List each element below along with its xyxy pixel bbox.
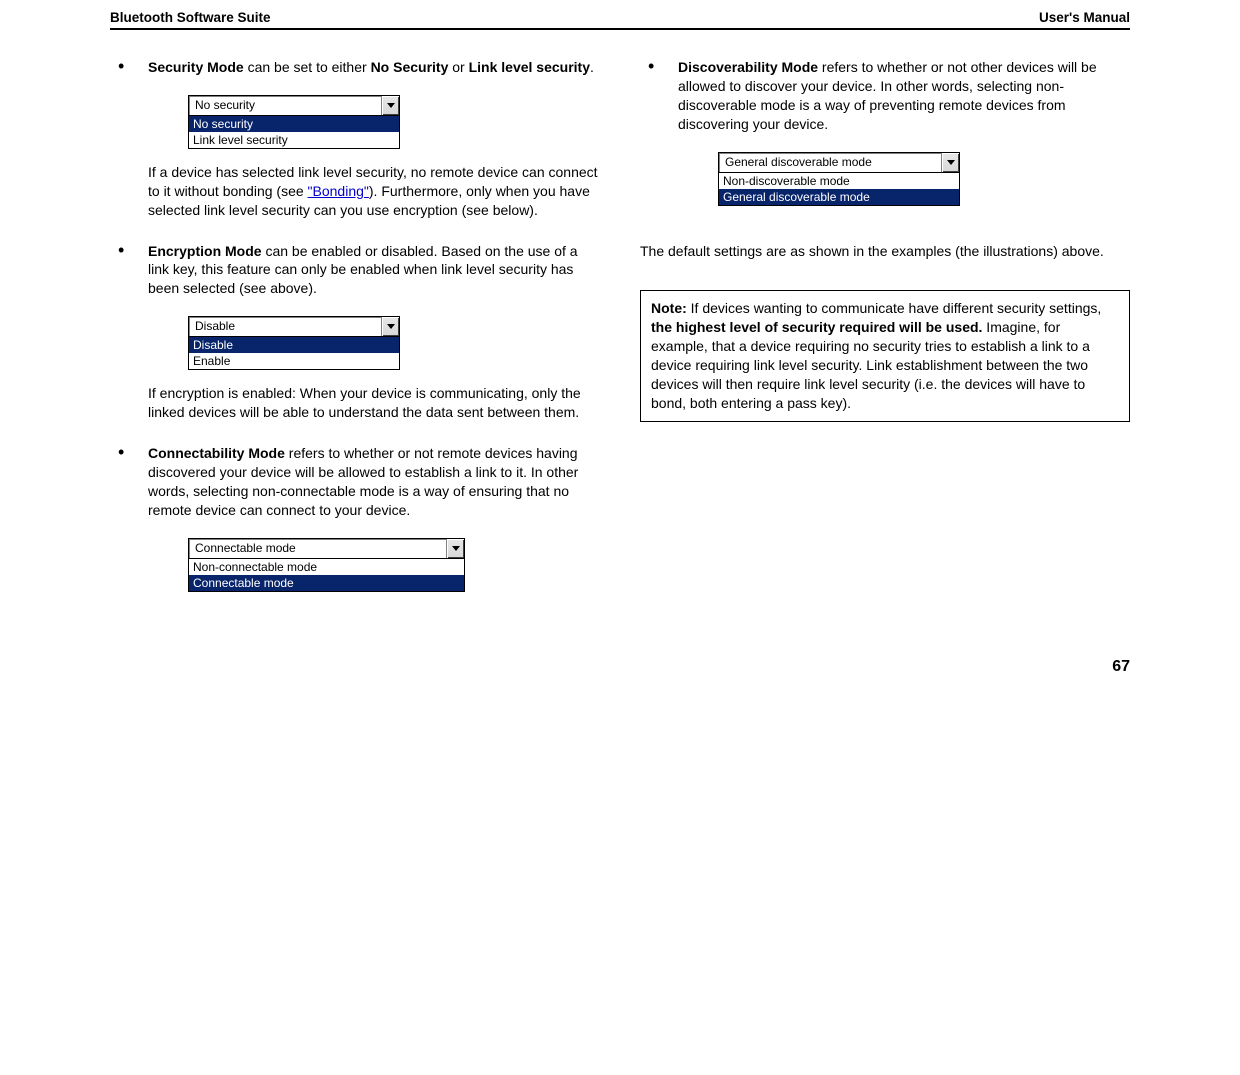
connectability-intro: Connectability Mode refers to whether or… <box>148 444 600 520</box>
header-right: User's Manual <box>1039 10 1130 25</box>
discoverability-mode-combo[interactable]: General discoverable mode Non-discoverab… <box>718 152 960 206</box>
combo-option[interactable]: Link level security <box>189 132 399 148</box>
combo-option[interactable]: Non-connectable mode <box>189 559 464 575</box>
note-box: Note: If devices wanting to communicate … <box>640 290 1130 421</box>
bullet-discoverability: Discoverability Mode refers to whether o… <box>640 58 1130 220</box>
combo-value: Disable <box>189 317 381 336</box>
bullet-encryption: Encryption Mode can be enabled or disabl… <box>110 242 600 422</box>
combo-option[interactable]: Enable <box>189 353 399 369</box>
text-bold: Security Mode <box>148 59 244 75</box>
text: can be set to either <box>244 59 371 75</box>
text-bold: Connectability Mode <box>148 445 285 461</box>
combo-option[interactable]: Disable <box>189 337 399 353</box>
text: . <box>590 59 594 75</box>
defaults-paragraph: The default settings are as shown in the… <box>640 242 1130 261</box>
security-mode-combo[interactable]: No security No security Link level secur… <box>188 95 400 149</box>
combo-value: Connectable mode <box>189 539 446 558</box>
chevron-down-icon[interactable] <box>381 317 399 336</box>
chevron-down-icon[interactable] <box>446 539 464 558</box>
bullet-connectability: Connectability Mode refers to whether or… <box>110 444 600 606</box>
bullet-security: Security Mode can be set to either No Se… <box>110 58 600 220</box>
combo-option[interactable]: Non-discoverable mode <box>719 173 959 189</box>
security-intro: Security Mode can be set to either No Se… <box>148 58 600 77</box>
discoverability-intro: Discoverability Mode refers to whether o… <box>678 58 1130 134</box>
page-header: Bluetooth Software Suite User's Manual <box>110 10 1130 28</box>
chevron-down-icon[interactable] <box>941 153 959 172</box>
text-bold: No Security <box>371 59 449 75</box>
combo-value: No security <box>189 96 381 115</box>
encryption-intro: Encryption Mode can be enabled or disabl… <box>148 242 600 299</box>
header-left: Bluetooth Software Suite <box>110 10 271 25</box>
combo-list: Disable Enable <box>188 337 400 370</box>
chevron-down-icon[interactable] <box>381 96 399 115</box>
combo-list: No security Link level security <box>188 116 400 149</box>
right-column: Discoverability Mode refers to whether o… <box>640 58 1130 628</box>
combo-option[interactable]: Connectable mode <box>189 575 464 591</box>
bonding-link[interactable]: "Bonding" <box>308 183 369 199</box>
text-bold: Link level security <box>469 59 590 75</box>
combo-option[interactable]: No security <box>189 116 399 132</box>
note-label: Note: <box>651 300 687 316</box>
page-number: 67 <box>110 658 1130 676</box>
combo-option[interactable]: General discoverable mode <box>719 189 959 205</box>
text-bold: the highest level of security required w… <box>651 319 982 335</box>
connectability-mode-combo[interactable]: Connectable mode Non-connectable mode Co… <box>188 538 465 592</box>
combo-value: General discoverable mode <box>719 153 941 172</box>
encryption-mode-combo[interactable]: Disable Disable Enable <box>188 316 400 370</box>
security-para2: If a device has selected link level secu… <box>148 163 600 220</box>
text: If devices wanting to communicate have d… <box>687 300 1102 316</box>
text-bold: Discoverability Mode <box>678 59 818 75</box>
header-rule <box>110 28 1130 30</box>
text: or <box>448 59 468 75</box>
combo-list: Non-connectable mode Connectable mode <box>188 559 465 592</box>
encryption-para2: If encryption is enabled: When your devi… <box>148 384 600 422</box>
combo-list: Non-discoverable mode General discoverab… <box>718 173 960 206</box>
left-column: Security Mode can be set to either No Se… <box>110 58 600 628</box>
text-bold: Encryption Mode <box>148 243 262 259</box>
